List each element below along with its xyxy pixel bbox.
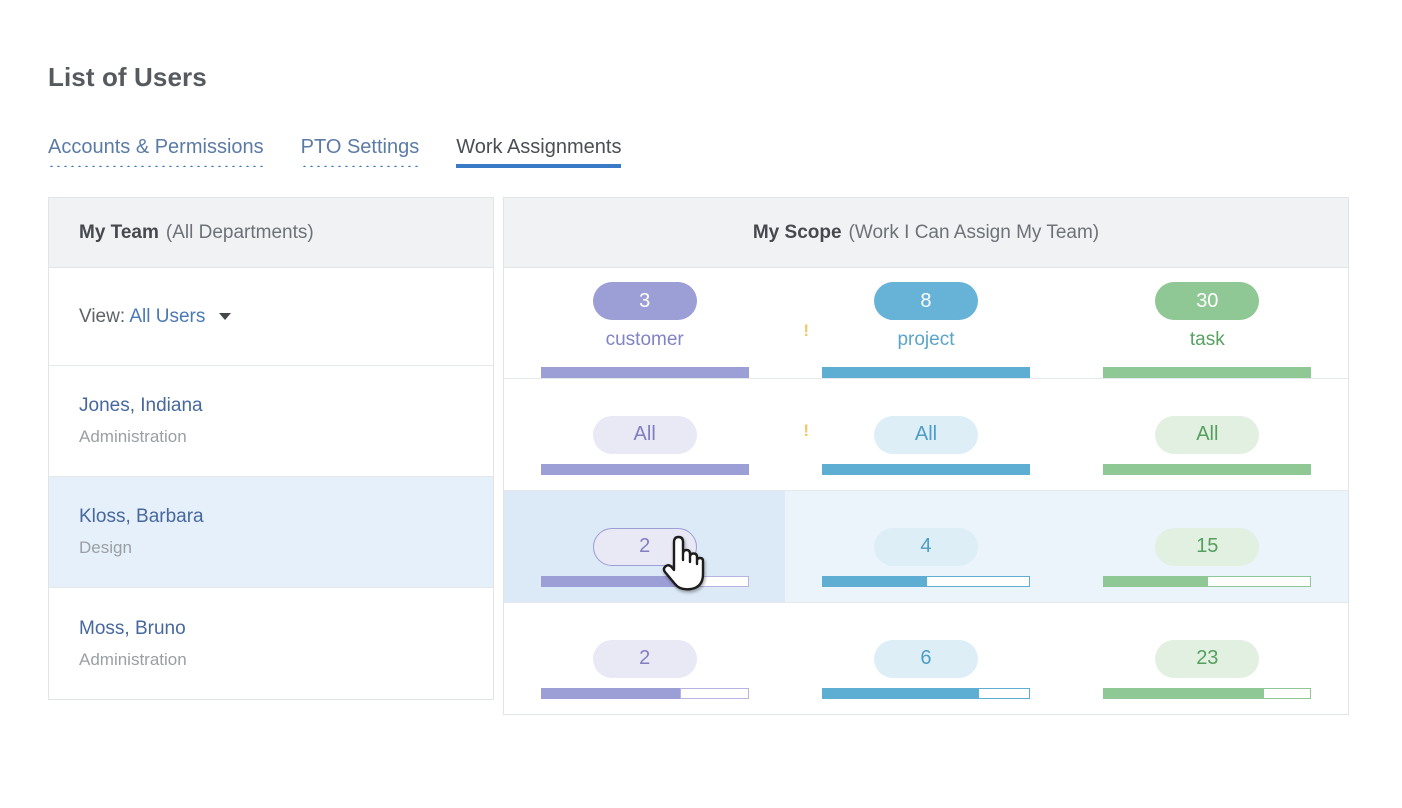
scope-cell-project[interactable]: 6 bbox=[785, 603, 1066, 714]
customer-assignment-badge[interactable]: All bbox=[592, 415, 697, 454]
project-progress-bar bbox=[821, 464, 1030, 475]
user-row-kloss[interactable]: Kloss, Barbara Design bbox=[49, 477, 493, 588]
task-column-label: task bbox=[1189, 329, 1225, 350]
project-total-bar bbox=[821, 367, 1030, 378]
my-team-header-subtitle: (All Departments) bbox=[165, 221, 314, 243]
assignments-table: My Team (All Departments) View: All User… bbox=[48, 197, 1349, 715]
bar-fill bbox=[1103, 464, 1312, 475]
tab-bar: Accounts & Permissions PTO Settings Work… bbox=[48, 136, 658, 170]
bar-remainder bbox=[925, 576, 1030, 587]
bar-fill bbox=[1103, 367, 1312, 378]
user-department: Design bbox=[79, 538, 132, 557]
scope-cell-task[interactable]: 15 bbox=[1067, 491, 1348, 602]
scope-cell-project[interactable]: 4 bbox=[785, 491, 1066, 602]
project-assignment-badge[interactable]: 4 bbox=[873, 527, 978, 566]
project-progress-bar bbox=[821, 576, 1030, 587]
scope-cell-project[interactable]: ! All bbox=[785, 379, 1066, 490]
project-column-label: project bbox=[897, 329, 955, 350]
my-scope-panel: My Scope (Work I Can Assign My Team) 3 c… bbox=[503, 197, 1349, 715]
task-assignment-badge[interactable]: 15 bbox=[1155, 527, 1260, 566]
task-total-badge[interactable]: 30 bbox=[1155, 282, 1260, 320]
scope-cell-customer[interactable]: 2 bbox=[504, 603, 785, 714]
chevron-down-icon bbox=[218, 312, 231, 320]
tab-work-assignments[interactable]: Work Assignments bbox=[456, 136, 622, 170]
tab-pto-settings[interactable]: PTO Settings bbox=[300, 136, 419, 170]
customer-progress-bar bbox=[540, 576, 749, 587]
user-row-moss[interactable]: Moss, Bruno Administration bbox=[49, 588, 493, 699]
customer-assignment-badge[interactable]: 2 bbox=[592, 639, 697, 678]
view-selected-value: All Users bbox=[129, 305, 206, 327]
bar-fill bbox=[821, 576, 926, 587]
scope-cell-customer[interactable]: All bbox=[504, 379, 785, 490]
customer-total-badge[interactable]: 3 bbox=[592, 282, 697, 320]
scope-totals-row: 3 customer ! 8 project 30 task bbox=[504, 268, 1348, 379]
bar-fill bbox=[540, 367, 749, 378]
user-department: Administration bbox=[79, 649, 187, 669]
project-progress-bar bbox=[821, 688, 1030, 699]
task-progress-bar bbox=[1103, 576, 1312, 587]
bar-fill bbox=[540, 464, 749, 475]
my-scope-header-subtitle: (Work I Can Assign My Team) bbox=[848, 221, 1100, 243]
bar-remainder bbox=[680, 576, 749, 587]
customer-total-bar bbox=[540, 367, 749, 378]
task-progress-bar bbox=[1103, 688, 1312, 699]
task-assignment-badge[interactable]: 23 bbox=[1155, 639, 1260, 678]
bar-remainder bbox=[680, 688, 749, 699]
scope-row-kloss: 2 4 15 bbox=[504, 491, 1348, 603]
customer-column-label: customer bbox=[605, 329, 684, 350]
bar-remainder bbox=[977, 688, 1030, 699]
project-assignment-badge[interactable]: 6 bbox=[873, 639, 978, 678]
bar-fill bbox=[1103, 576, 1208, 587]
warning-exclamation-icon: ! bbox=[803, 421, 809, 440]
task-progress-bar bbox=[1103, 464, 1312, 475]
bar-fill bbox=[821, 367, 1030, 378]
scope-row-moss: 2 6 23 bbox=[504, 603, 1348, 714]
bar-fill bbox=[540, 576, 681, 587]
bar-fill bbox=[821, 464, 1030, 475]
project-total-badge[interactable]: 8 bbox=[873, 282, 978, 320]
project-assignment-badge[interactable]: All bbox=[873, 415, 978, 454]
customer-assignment-badge[interactable]: 2 bbox=[592, 527, 697, 566]
scope-cell-customer[interactable]: 2 bbox=[504, 491, 786, 602]
user-department: Administration bbox=[79, 427, 187, 446]
task-total-bar bbox=[1103, 367, 1312, 378]
user-name-link[interactable]: Kloss, Barbara bbox=[79, 506, 493, 528]
my-team-header: My Team (All Departments) bbox=[49, 198, 493, 268]
bar-fill bbox=[821, 688, 978, 699]
app-root: List of Users Accounts & Permissions PTO… bbox=[0, 0, 1402, 808]
my-scope-header-title: My Scope bbox=[752, 221, 842, 243]
scope-row-jones: All ! All All bbox=[504, 379, 1348, 491]
scope-cell-task[interactable]: 23 bbox=[1067, 603, 1348, 714]
user-row-jones[interactable]: Jones, Indiana Administration bbox=[49, 366, 493, 477]
tab-accounts-permissions[interactable]: Accounts & Permissions bbox=[48, 136, 264, 170]
warning-exclamation-icon: ! bbox=[803, 321, 809, 340]
page-title: List of Users bbox=[48, 62, 207, 92]
bar-remainder bbox=[1207, 576, 1312, 587]
scope-total-cell-project[interactable]: ! 8 project bbox=[785, 268, 1066, 378]
view-filter-row: View: All Users bbox=[49, 268, 493, 366]
scope-total-cell-task[interactable]: 30 task bbox=[1067, 268, 1348, 378]
scope-cell-task[interactable]: All bbox=[1067, 379, 1348, 490]
user-name-link[interactable]: Jones, Indiana bbox=[79, 395, 493, 417]
view-dropdown[interactable]: View: All Users bbox=[79, 306, 493, 328]
bar-fill bbox=[540, 688, 681, 699]
bar-remainder bbox=[1263, 688, 1312, 699]
task-assignment-badge[interactable]: All bbox=[1155, 415, 1260, 454]
my-team-header-title: My Team bbox=[79, 221, 159, 243]
scope-total-cell-customer[interactable]: 3 customer bbox=[504, 268, 785, 378]
view-label-text: View: bbox=[79, 305, 126, 327]
bar-fill bbox=[1103, 688, 1264, 699]
user-name-link[interactable]: Moss, Bruno bbox=[79, 618, 493, 640]
customer-progress-bar bbox=[540, 464, 749, 475]
my-scope-header: My Scope (Work I Can Assign My Team) bbox=[504, 198, 1348, 268]
customer-progress-bar bbox=[540, 688, 749, 699]
my-team-panel: My Team (All Departments) View: All User… bbox=[48, 197, 494, 700]
